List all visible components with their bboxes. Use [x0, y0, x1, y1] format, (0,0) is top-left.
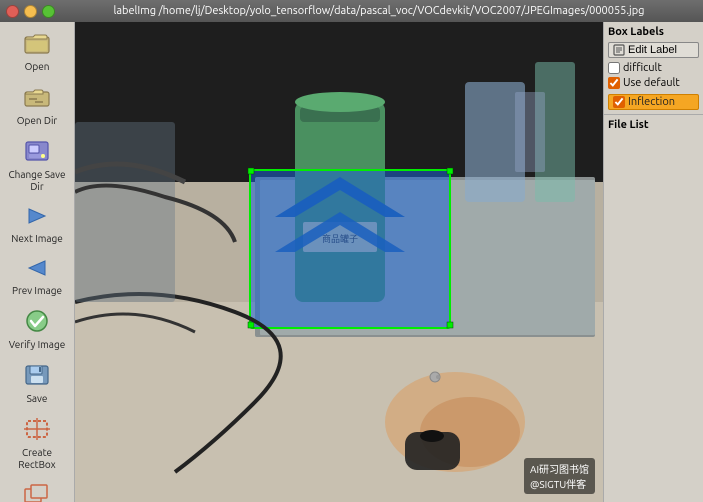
title-bar: labelImg /home/lj/Desktop/yolo_tensorflo… [0, 0, 703, 22]
file-list-title: File List [608, 119, 699, 131]
prev-image-icon [23, 257, 51, 283]
verify-image-button[interactable]: Verify Image [3, 304, 71, 356]
open-dir-icon [23, 85, 51, 113]
file-list-section: File List [604, 115, 703, 502]
edit-icon [613, 44, 625, 56]
inflection-label-tag[interactable]: Inflection [608, 94, 699, 110]
verify-image-icon [23, 309, 51, 337]
save-button[interactable]: Save [3, 358, 71, 410]
inflection-checkbox[interactable] [613, 96, 625, 108]
save-label: Save [27, 393, 48, 405]
create-rectbox-label: Create RectBox [6, 447, 68, 471]
close-button[interactable] [6, 5, 19, 18]
window-title: labelImg /home/lj/Desktop/yolo_tensorflo… [61, 5, 697, 17]
maximize-button[interactable] [42, 5, 55, 18]
change-save-dir-icon [23, 139, 51, 167]
open-icon [23, 31, 51, 59]
prev-image-label: Prev Image [12, 285, 62, 297]
difficult-checkbox[interactable] [608, 62, 620, 74]
create-rectbox-button[interactable]: Create RectBox [3, 412, 71, 476]
box-labels-section: Box Labels Edit Label difficult Use defa… [604, 22, 703, 115]
next-image-icon [23, 205, 51, 231]
open-dir-label: Open Dir [17, 115, 57, 127]
window-controls [6, 5, 55, 18]
duplicate-rectbox-button[interactable]: Duplicate RectBox [3, 478, 71, 502]
next-image-button[interactable]: Next Image [3, 200, 71, 250]
right-panel: Box Labels Edit Label difficult Use defa… [603, 22, 703, 502]
save-icon [23, 363, 51, 391]
verify-image-label: Verify Image [9, 339, 65, 351]
duplicate-rectbox-icon [23, 483, 51, 502]
create-rectbox-icon [23, 417, 51, 445]
open-button[interactable]: Open [3, 26, 71, 78]
use-default-checkbox-label[interactable]: Use default [608, 77, 699, 89]
change-save-dir-label: Change Save Dir [6, 169, 68, 193]
use-default-checkbox[interactable] [608, 77, 620, 89]
box-labels-title: Box Labels [608, 26, 699, 38]
minimize-button[interactable] [24, 5, 37, 18]
edit-label-button[interactable]: Edit Label [608, 42, 699, 58]
image-area[interactable]: 商品罐子 [75, 22, 603, 502]
toolbar: Open Open Dir Change Save Dir Next Image [0, 22, 75, 502]
scene-canvas: 商品罐子 [75, 22, 603, 502]
difficult-checkbox-label[interactable]: difficult [608, 62, 699, 74]
open-label: Open [25, 61, 50, 73]
prev-image-button[interactable]: Prev Image [3, 252, 71, 302]
next-image-label: Next Image [11, 233, 63, 245]
open-dir-button[interactable]: Open Dir [3, 80, 71, 132]
app-body: Open Open Dir Change Save Dir Next Image [0, 22, 703, 502]
change-save-dir-button[interactable]: Change Save Dir [3, 134, 71, 198]
